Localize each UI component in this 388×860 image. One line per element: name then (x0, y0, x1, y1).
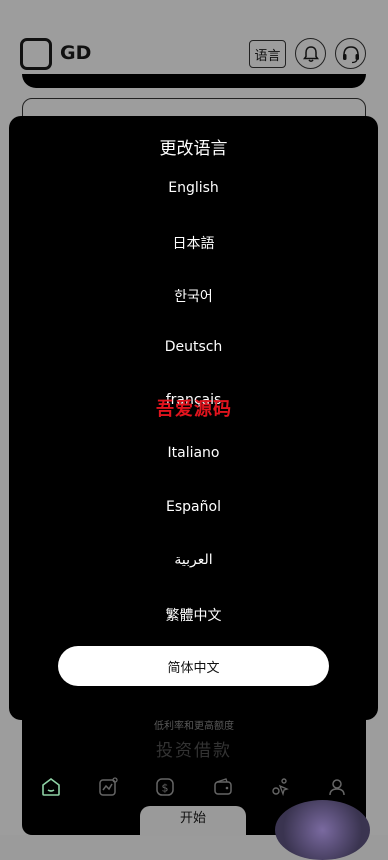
tab-trade[interactable] (267, 774, 293, 800)
pointer-icon (272, 778, 289, 797)
home-icon (41, 778, 60, 796)
language-option-japanese[interactable]: 日本語 (9, 233, 378, 253)
notification-button[interactable] (295, 38, 326, 69)
user-icon (329, 779, 346, 796)
headset-icon (342, 45, 359, 63)
tab-wallet[interactable] (210, 774, 236, 800)
banner-edge (22, 74, 366, 88)
start-button[interactable]: 开始 (140, 806, 246, 836)
tab-home[interactable] (38, 774, 64, 800)
tab-market[interactable] (95, 774, 121, 800)
language-option-korean[interactable]: 한국어 (9, 286, 378, 306)
chart-icon (99, 777, 118, 796)
decorative-orb (275, 800, 370, 860)
brand-name: GD (60, 42, 92, 64)
language-option-traditional-chinese[interactable]: 繁體中文 (9, 605, 378, 625)
language-option-english[interactable]: English (9, 180, 378, 196)
language-option-italian[interactable]: Italiano (9, 445, 378, 461)
support-button[interactable] (335, 38, 366, 69)
language-button[interactable]: 语言 (249, 40, 286, 68)
language-option-arabic[interactable]: العربية (9, 552, 378, 568)
promo-headline: 投资借款 (156, 741, 232, 761)
wallet-icon (213, 778, 232, 795)
app-header: GD 语言 (0, 0, 388, 138)
app-logo (20, 38, 52, 70)
dollar-icon: $ (156, 778, 175, 796)
modal-title: 更改语言 (159, 139, 228, 159)
svg-text:$: $ (162, 782, 169, 795)
language-option-german[interactable]: Deutsch (9, 339, 378, 355)
bottom-tab-bar: $ (22, 770, 366, 804)
language-option-simplified-chinese[interactable]: 简体中文 (58, 646, 329, 686)
tab-finance[interactable]: $ (152, 774, 178, 800)
watermark-text: 吾爱源码 (156, 399, 232, 420)
language-option-spanish[interactable]: Español (9, 499, 378, 515)
tab-profile[interactable] (324, 774, 350, 800)
bell-icon (302, 45, 319, 62)
